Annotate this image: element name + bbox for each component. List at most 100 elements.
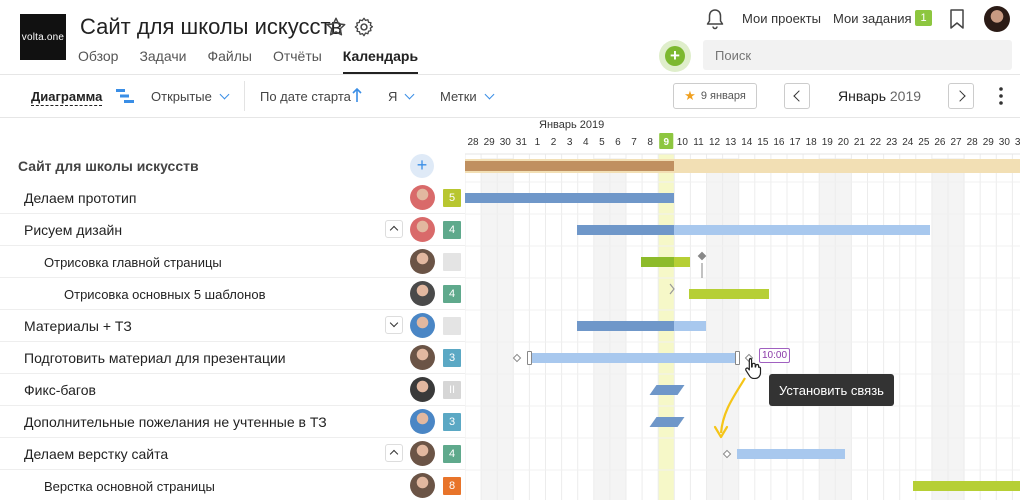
task-bar[interactable] [913, 481, 1020, 491]
gantt-icon[interactable] [116, 88, 134, 104]
logo[interactable]: volta.one [20, 14, 66, 60]
task-row[interactable]: Верстка основной страницы 8 [0, 470, 465, 500]
filter-dropdown[interactable]: Открытые [151, 89, 230, 104]
task-bar[interactable] [689, 289, 769, 299]
day-label: 22 [870, 137, 882, 148]
task-name[interactable]: Материалы + ТЗ [24, 318, 132, 334]
chevron-down-icon [219, 89, 230, 100]
bookmark-icon[interactable] [949, 8, 965, 30]
day-label: 29 [484, 137, 496, 148]
task-name[interactable]: Делаем верстку сайта [24, 446, 168, 462]
subtask-count-badge: 4 [443, 221, 461, 239]
arrow-up-icon[interactable] [352, 87, 362, 103]
sort-dropdown[interactable]: По дате старта [260, 89, 351, 104]
task-bar[interactable] [737, 449, 845, 459]
task-row[interactable]: Материалы + ТЗ [0, 310, 465, 342]
avatar[interactable] [410, 217, 435, 242]
more-options-icon[interactable] [999, 87, 1003, 105]
expand-toggle[interactable] [385, 316, 403, 334]
avatar[interactable] [410, 281, 435, 306]
day-label: 20 [838, 137, 850, 148]
project-bar[interactable] [465, 161, 674, 171]
my-projects-link[interactable]: Мои проекты [742, 11, 821, 26]
task-name[interactable]: Рисуем дизайн [24, 222, 122, 238]
task-bar[interactable] [577, 225, 674, 235]
task-name[interactable]: Отрисовка основных 5 шаблонов [64, 287, 265, 302]
assignee-dropdown[interactable]: Я [388, 89, 415, 104]
task-bar[interactable] [674, 321, 706, 331]
link-arrow [713, 377, 746, 439]
task-name[interactable]: Верстка основной страницы [44, 479, 215, 494]
avatar[interactable] [410, 377, 435, 402]
tab-bar: Обзор Задачи Файлы Отчёты Календарь [78, 48, 439, 74]
day-label: 10 [677, 137, 689, 148]
prev-month-button[interactable] [784, 83, 810, 109]
day-label: 11 [693, 137, 704, 148]
task-name[interactable]: Отрисовка главной страницы [44, 255, 222, 270]
add-button[interactable]: + [659, 40, 691, 72]
task-row[interactable]: Делаем верстку сайта 4 [0, 438, 465, 470]
day-label: 8 [647, 137, 653, 148]
gear-icon[interactable] [353, 16, 375, 38]
task-bar[interactable] [641, 257, 674, 267]
task-row[interactable]: Дополнительные пожелания не учтенные в Т… [0, 406, 465, 438]
day-label: 9 [663, 137, 669, 148]
drag-handle-end[interactable] [735, 351, 740, 365]
task-name[interactable]: Дополнительные пожелания не учтенные в Т… [24, 414, 327, 430]
task-bar[interactable] [674, 225, 930, 235]
tab-tasks[interactable]: Задачи [139, 48, 186, 74]
avatar[interactable] [410, 313, 435, 338]
day-label: 31 [516, 137, 528, 148]
day-label: 13 [725, 137, 737, 148]
task-bar[interactable] [465, 193, 674, 203]
user-avatar[interactable] [984, 6, 1010, 32]
task-bar[interactable] [577, 321, 674, 331]
add-task-button[interactable]: + [410, 154, 434, 178]
subtask-count-badge [443, 317, 461, 335]
project-title: Сайт для школы искусств [18, 158, 199, 174]
task-row[interactable]: Отрисовка основных 5 шаблонов 4 [0, 278, 465, 310]
search-input[interactable] [703, 40, 1012, 70]
avatar[interactable] [410, 409, 435, 434]
star-icon[interactable] [325, 16, 347, 38]
weekend-column [481, 158, 498, 500]
my-tasks-link[interactable]: Мои задания [833, 11, 912, 26]
task-bar[interactable] [674, 257, 690, 267]
tags-dropdown[interactable]: Метки [440, 89, 495, 104]
collapse-toggle[interactable] [385, 220, 403, 238]
app-header: volta.one Сайт для школы искусств Обзор … [0, 0, 1020, 74]
weekend-column [706, 158, 723, 500]
day-label: 6 [615, 137, 621, 148]
bell-icon[interactable] [705, 8, 725, 30]
tab-files[interactable]: Файлы [207, 48, 251, 74]
avatar[interactable] [410, 185, 435, 210]
collapse-toggle[interactable] [385, 444, 403, 462]
task-name[interactable]: Подготовить материал для презентации [24, 350, 286, 366]
avatar[interactable] [410, 473, 435, 498]
tab-overview[interactable]: Обзор [78, 48, 118, 74]
month-year: 2019 [889, 88, 922, 104]
next-month-button[interactable] [948, 83, 974, 109]
toolbar-divider [244, 81, 245, 111]
task-name[interactable]: Делаем прототип [24, 190, 136, 206]
avatar[interactable] [410, 345, 435, 370]
subtask-count-badge: 4 [443, 285, 461, 303]
day-label: 26 [934, 137, 946, 148]
task-name[interactable]: Фикс-багов [24, 382, 96, 398]
task-row[interactable]: Рисуем дизайн 4 [0, 214, 465, 246]
avatar[interactable] [410, 441, 435, 466]
task-row[interactable]: Делаем прототип 5 [0, 182, 465, 214]
task-row[interactable]: Отрисовка главной страницы [0, 246, 465, 278]
task-row[interactable]: Подготовить материал для презентации 3 [0, 342, 465, 374]
today-button[interactable]: ★ 9 января [673, 83, 757, 109]
drag-handle-start[interactable] [527, 351, 532, 365]
view-selector[interactable]: Диаграмма [31, 89, 103, 106]
avatar[interactable] [410, 249, 435, 274]
tags-label: Метки [440, 89, 477, 104]
task-bar[interactable] [529, 353, 737, 363]
link-tooltip: Установить связь [769, 374, 894, 406]
day-label: 2 [551, 137, 557, 148]
task-row[interactable]: Фикс-багов II [0, 374, 465, 406]
tab-calendar[interactable]: Календарь [342, 48, 419, 74]
tab-reports[interactable]: Отчёты [273, 48, 322, 74]
